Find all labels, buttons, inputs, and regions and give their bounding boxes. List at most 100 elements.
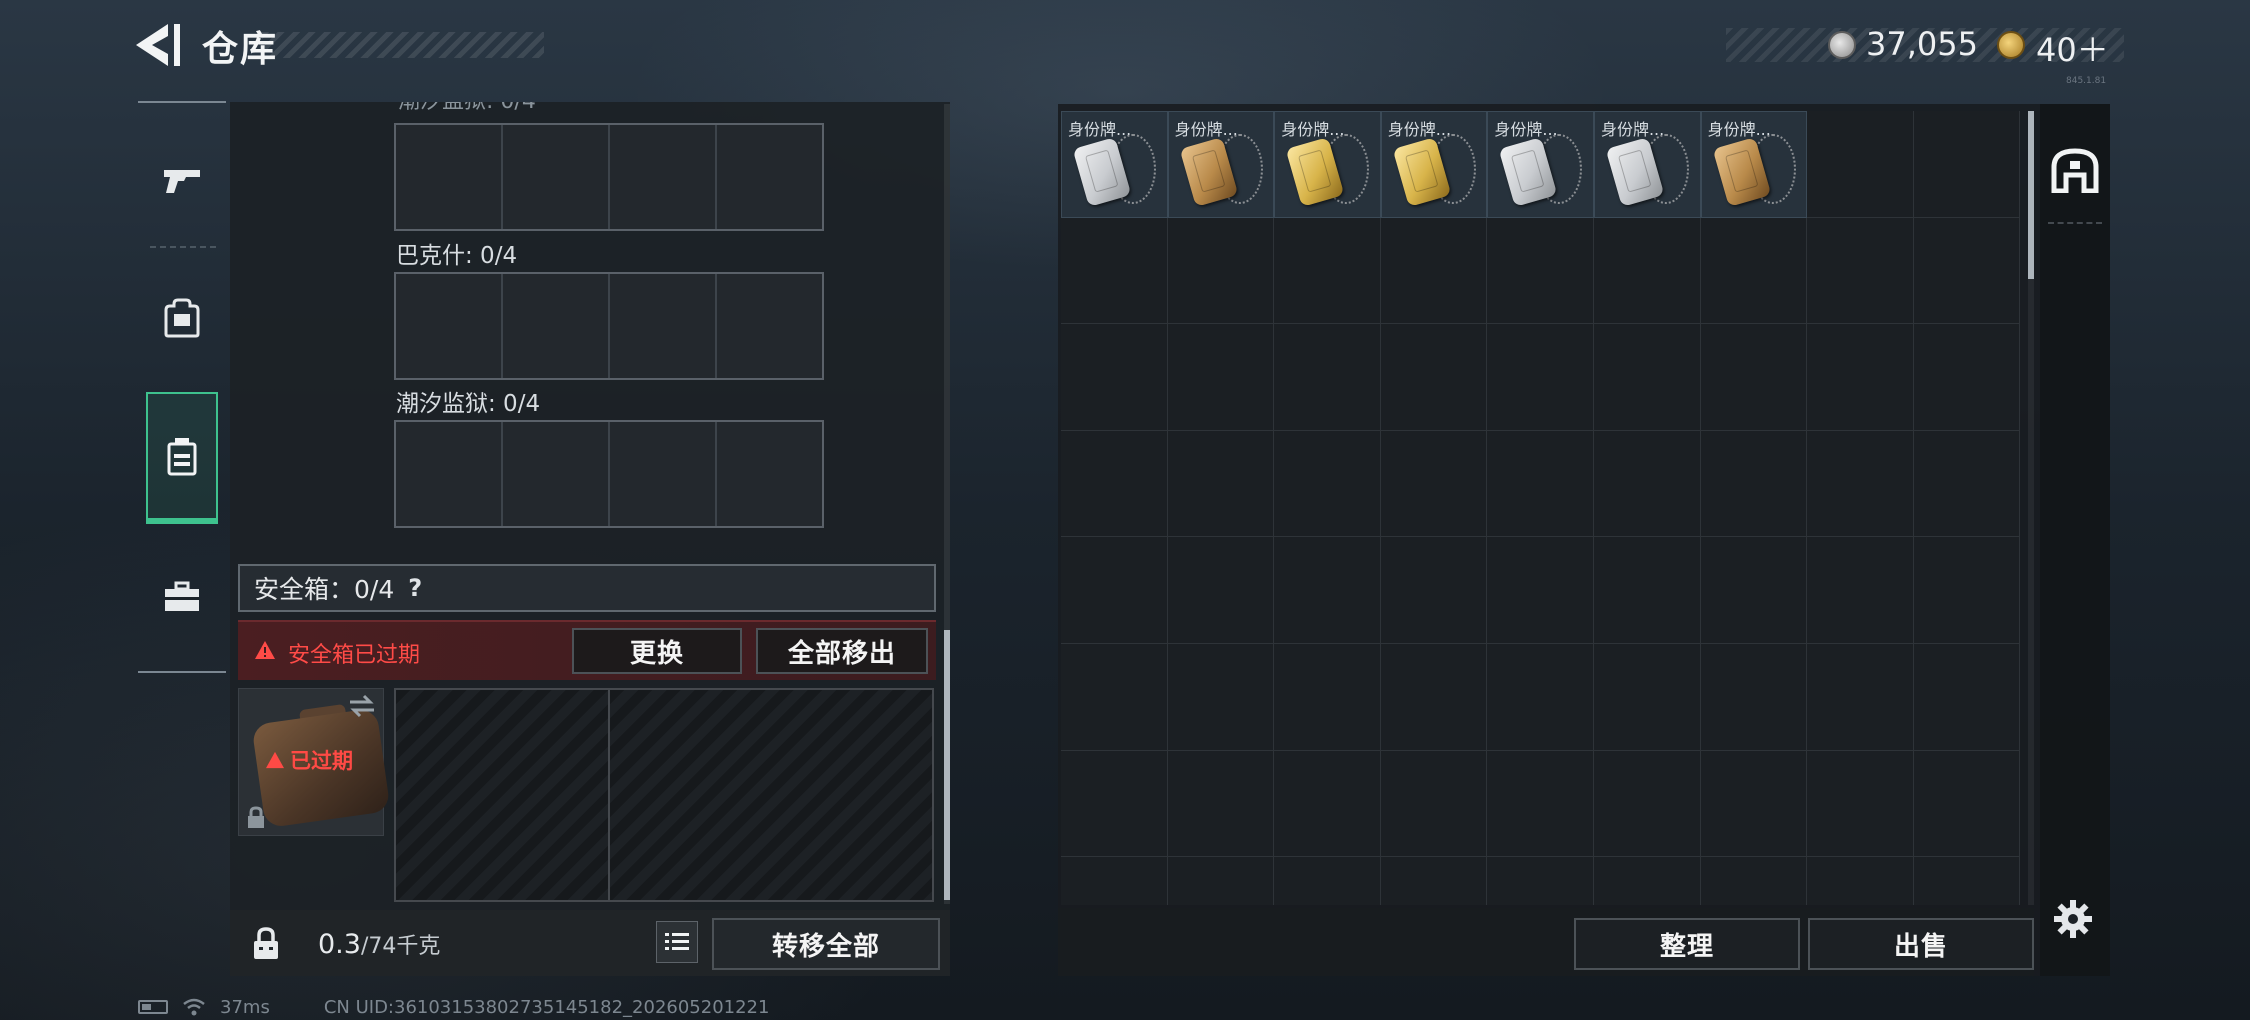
container-slot[interactable] bbox=[717, 422, 822, 526]
container-slot[interactable] bbox=[396, 125, 503, 229]
inventory-empty-cell[interactable] bbox=[1487, 750, 1594, 858]
inventory-empty-cell[interactable] bbox=[1700, 857, 1808, 905]
inventory-empty-cell[interactable] bbox=[1061, 643, 1168, 751]
inventory-empty-cell[interactable] bbox=[1274, 750, 1381, 858]
inventory-empty-cell[interactable] bbox=[1487, 537, 1594, 644]
weight-lock-button[interactable] bbox=[238, 916, 294, 972]
nav-containers[interactable] bbox=[146, 392, 218, 524]
container-slot[interactable] bbox=[610, 274, 717, 378]
container-slot[interactable] bbox=[610, 125, 717, 229]
nav-weapons[interactable] bbox=[146, 125, 218, 235]
right-scrollbar-thumb[interactable] bbox=[2028, 111, 2034, 279]
container-slots-1[interactable] bbox=[394, 123, 824, 231]
inventory-empty-cell[interactable] bbox=[1167, 857, 1275, 905]
inventory-empty-cell[interactable] bbox=[1700, 430, 1808, 538]
inventory-empty-cell[interactable] bbox=[1913, 537, 2021, 644]
inventory-empty-cell[interactable] bbox=[1807, 217, 1914, 325]
inventory-empty-cell[interactable] bbox=[1487, 857, 1594, 905]
inventory-empty-cell[interactable] bbox=[1167, 643, 1275, 751]
container-slot[interactable] bbox=[717, 274, 822, 378]
inventory-empty-cell[interactable] bbox=[1487, 643, 1594, 751]
container-slot[interactable] bbox=[610, 422, 717, 526]
inventory-empty-cell[interactable] bbox=[1700, 643, 1808, 751]
inventory-empty-cell[interactable] bbox=[1167, 750, 1275, 858]
inventory-empty-cell[interactable] bbox=[1593, 430, 1701, 538]
inventory-empty-cell[interactable] bbox=[1700, 324, 1808, 431]
sort-button[interactable]: 整理 bbox=[1574, 918, 1800, 970]
inventory-empty-cell[interactable] bbox=[1274, 537, 1381, 644]
container-slot[interactable] bbox=[717, 125, 822, 229]
inventory-empty-cell[interactable] bbox=[1913, 217, 2021, 325]
container-slot[interactable] bbox=[503, 125, 610, 229]
inventory-item-dogtag[interactable]: 身份牌... bbox=[1061, 111, 1168, 218]
inventory-empty-cell[interactable] bbox=[1593, 537, 1701, 644]
inventory-empty-cell[interactable] bbox=[1700, 537, 1808, 644]
inventory-empty-cell[interactable] bbox=[1913, 324, 2021, 431]
inventory-empty-cell[interactable] bbox=[1593, 857, 1701, 905]
stash-toggle-button[interactable] bbox=[2044, 134, 2106, 206]
inventory-empty-cell[interactable] bbox=[1061, 217, 1168, 325]
transfer-all-button[interactable]: 转移全部 bbox=[712, 918, 940, 970]
inventory-empty-cell[interactable] bbox=[1807, 430, 1914, 538]
inventory-empty-cell[interactable] bbox=[1274, 217, 1381, 325]
inventory-empty-cell[interactable] bbox=[1167, 537, 1275, 644]
inventory-empty-cell[interactable] bbox=[1167, 324, 1275, 431]
inventory-item-dogtag[interactable]: 身份牌... bbox=[1487, 111, 1594, 218]
inventory-empty-cell[interactable] bbox=[1913, 111, 2021, 218]
replace-button[interactable]: 更换 bbox=[572, 628, 742, 674]
inventory-empty-cell[interactable] bbox=[1807, 537, 1914, 644]
container-slot[interactable] bbox=[503, 422, 610, 526]
inventory-empty-cell[interactable] bbox=[1380, 217, 1488, 325]
inventory-empty-cell[interactable] bbox=[1274, 857, 1381, 905]
gold-amount[interactable]: 40＋ bbox=[2036, 25, 2109, 71]
nav-gear[interactable] bbox=[146, 263, 218, 373]
inventory-empty-cell[interactable] bbox=[1807, 111, 1914, 218]
inventory-empty-cell[interactable] bbox=[1700, 750, 1808, 858]
inventory-empty-cell[interactable] bbox=[1380, 750, 1488, 858]
container-slot[interactable] bbox=[396, 422, 503, 526]
inventory-empty-cell[interactable] bbox=[1593, 217, 1701, 325]
inventory-item-dogtag[interactable]: 身份牌... bbox=[1593, 111, 1701, 218]
inventory-empty-cell[interactable] bbox=[1274, 324, 1381, 431]
inventory-empty-cell[interactable] bbox=[1807, 750, 1914, 858]
inventory-empty-cell[interactable] bbox=[1167, 217, 1275, 325]
inventory-empty-cell[interactable] bbox=[1593, 643, 1701, 751]
inventory-empty-cell[interactable] bbox=[1913, 750, 2021, 858]
inventory-empty-cell[interactable] bbox=[1061, 857, 1168, 905]
inventory-item-dogtag[interactable]: 身份牌... bbox=[1274, 111, 1381, 218]
inventory-empty-cell[interactable] bbox=[1807, 643, 1914, 751]
container-slots-2[interactable] bbox=[394, 272, 824, 380]
safe-slot[interactable] bbox=[396, 690, 610, 900]
left-scrollbar-thumb[interactable] bbox=[944, 630, 950, 900]
inventory-empty-cell[interactable] bbox=[1167, 430, 1275, 538]
inventory-empty-cell[interactable] bbox=[1380, 537, 1488, 644]
inventory-empty-cell[interactable] bbox=[1913, 857, 2021, 905]
inventory-empty-cell[interactable] bbox=[1380, 643, 1488, 751]
safe-box-slots[interactable] bbox=[394, 688, 934, 902]
back-button[interactable] bbox=[132, 20, 188, 70]
inventory-grid[interactable]: 身份牌... 身份牌... 身份牌... 身份牌... 身份牌... 身份牌... 身份牌.… bbox=[1061, 111, 2021, 905]
inventory-empty-cell[interactable] bbox=[1061, 324, 1168, 431]
container-slots-3[interactable] bbox=[394, 420, 824, 528]
inventory-empty-cell[interactable] bbox=[1593, 750, 1701, 858]
inventory-item-dogtag[interactable]: 身份牌... bbox=[1380, 111, 1488, 218]
inventory-empty-cell[interactable] bbox=[1593, 324, 1701, 431]
inventory-empty-cell[interactable] bbox=[1380, 430, 1488, 538]
inventory-item-dogtag[interactable]: 身份牌... bbox=[1167, 111, 1275, 218]
inventory-empty-cell[interactable] bbox=[1061, 537, 1168, 644]
inventory-empty-cell[interactable] bbox=[1913, 643, 2021, 751]
inventory-empty-cell[interactable] bbox=[1274, 430, 1381, 538]
list-view-button[interactable] bbox=[656, 921, 698, 963]
inventory-empty-cell[interactable] bbox=[1487, 324, 1594, 431]
inventory-empty-cell[interactable] bbox=[1807, 324, 1914, 431]
help-button[interactable]: ? bbox=[408, 574, 422, 602]
inventory-empty-cell[interactable] bbox=[1061, 430, 1168, 538]
inventory-empty-cell[interactable] bbox=[1487, 217, 1594, 325]
inventory-empty-cell[interactable] bbox=[1807, 857, 1914, 905]
inventory-empty-cell[interactable] bbox=[1487, 430, 1594, 538]
container-slot[interactable] bbox=[396, 274, 503, 378]
nav-tools[interactable] bbox=[146, 542, 218, 652]
remove-all-button[interactable]: 全部移出 bbox=[756, 628, 928, 674]
inventory-empty-cell[interactable] bbox=[1913, 430, 2021, 538]
settings-button[interactable] bbox=[2048, 894, 2098, 944]
